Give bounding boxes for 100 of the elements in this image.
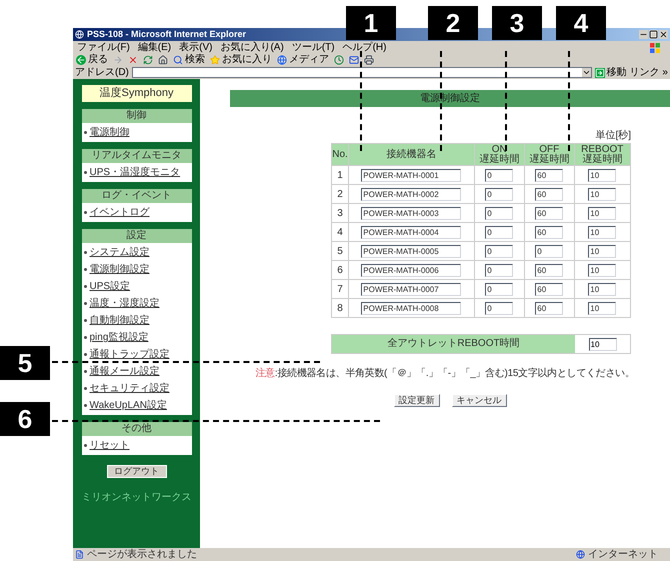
text-field[interactable]: POWER-MATH-0002 xyxy=(361,188,462,200)
table-cell: 5 xyxy=(332,242,348,260)
bullet-icon xyxy=(84,251,86,254)
table-cell: 8 xyxy=(332,298,348,318)
menu-item[interactable]: お気に入り(A) xyxy=(220,42,284,52)
form-button[interactable]: 設定更新 xyxy=(394,394,440,407)
text-field[interactable]: 0 xyxy=(535,244,564,258)
note-text: 注意:接続機器名は、半角英数(「＠」「.」「-」「_」含む)15文字以内としてください。 xyxy=(255,369,635,379)
bullet-icon xyxy=(84,404,86,407)
text-field[interactable]: 0 xyxy=(485,226,514,238)
text-field[interactable]: 0 xyxy=(485,188,514,200)
text-field[interactable]: 60 xyxy=(535,264,564,276)
column-header: REBOOT 遅延時間 xyxy=(574,144,630,166)
menu-link[interactable]: 自動制御設定 xyxy=(90,312,150,329)
media-button[interactable]: メディア xyxy=(277,55,329,65)
globe-icon xyxy=(576,550,585,559)
text-field[interactable]: POWER-MATH-0008 xyxy=(361,302,462,314)
text-field[interactable]: 10 xyxy=(588,244,616,258)
home-icon[interactable] xyxy=(158,55,168,65)
text-field[interactable]: POWER-MATH-0007 xyxy=(361,282,462,296)
logout-button[interactable]: ログアウト xyxy=(106,465,166,478)
menu-link[interactable]: イベントログ xyxy=(90,204,150,221)
text-field[interactable]: POWER-MATH-0005 xyxy=(361,244,462,258)
bullet-icon xyxy=(84,353,86,356)
column-header: No. xyxy=(332,144,348,166)
favorites-button[interactable]: お気に入り xyxy=(210,55,272,65)
menu-item[interactable]: ツール(T) xyxy=(292,42,335,52)
minimize-icon[interactable] xyxy=(639,30,648,39)
search-button[interactable]: 検索 xyxy=(173,55,205,65)
text-field[interactable]: POWER-MATH-0001 xyxy=(361,168,462,182)
text-field[interactable]: 0 xyxy=(485,264,514,276)
text-field[interactable]: 10 xyxy=(588,338,616,350)
menu-link[interactable]: ping監視設定 xyxy=(90,329,148,346)
browser-icon xyxy=(75,30,84,39)
text-field[interactable]: POWER-MATH-0006 xyxy=(361,264,462,276)
menu-link[interactable]: 電源制御 xyxy=(90,124,130,141)
menu-link[interactable]: 通報メール設定 xyxy=(90,363,160,380)
text-field[interactable]: 60 xyxy=(535,282,564,296)
bullet-icon xyxy=(84,387,86,390)
menu-item[interactable]: 編集(E) xyxy=(138,42,172,52)
text-field[interactable]: 10 xyxy=(588,168,616,182)
text-field[interactable]: 0 xyxy=(485,244,514,258)
text-field[interactable]: 60 xyxy=(535,188,564,200)
menu-link[interactable]: リセット xyxy=(90,437,130,454)
table-cell: 1 xyxy=(332,166,348,184)
text-field[interactable]: 60 xyxy=(535,302,564,314)
text-field[interactable]: 60 xyxy=(535,226,564,238)
text-field[interactable]: 0 xyxy=(485,206,514,220)
print-icon[interactable] xyxy=(364,55,374,65)
menu-link[interactable]: UPS・温湿度モニタ xyxy=(90,164,180,181)
menu-link[interactable]: セキュリティ設定 xyxy=(90,380,170,397)
refresh-icon[interactable] xyxy=(143,55,153,65)
menu-link[interactable]: WakeUpLAN設定 xyxy=(90,397,167,414)
bullet-icon xyxy=(84,444,86,447)
column-header: OFF 遅延時間 xyxy=(524,144,574,166)
menu-link[interactable]: 温度・湿度設定 xyxy=(90,295,160,312)
text-field[interactable]: 60 xyxy=(535,206,564,220)
mail-icon[interactable] xyxy=(349,55,359,65)
text-field[interactable]: 10 xyxy=(588,264,616,276)
bullet-icon xyxy=(84,211,86,214)
zone-text: インターネット xyxy=(588,550,659,560)
close-icon[interactable] xyxy=(659,30,668,39)
text-field[interactable]: 10 xyxy=(588,302,616,314)
maximize-icon[interactable] xyxy=(649,30,658,39)
all-reboot-label: 全アウトレットREBOOT時間 xyxy=(332,335,575,353)
window-title: PSS-108 - Microsoft Internet Explorer xyxy=(87,30,246,39)
status-text: ページが表示されました xyxy=(87,550,197,560)
go-button[interactable]: 移動 xyxy=(594,68,627,78)
text-field[interactable]: 0 xyxy=(485,302,514,314)
stop-icon[interactable] xyxy=(128,55,138,65)
bullet-icon xyxy=(84,319,86,322)
bullet-icon xyxy=(84,336,86,339)
menu-item[interactable]: ファイル(F) xyxy=(77,42,130,52)
logo: 温度Symphony xyxy=(82,85,192,102)
text-field[interactable]: 10 xyxy=(588,188,616,200)
menu-item[interactable]: ヘルプ(H) xyxy=(342,42,386,52)
bullet-icon xyxy=(84,131,86,134)
links-label[interactable]: リンク » xyxy=(630,68,668,78)
text-field[interactable]: 60 xyxy=(535,168,564,182)
text-field[interactable]: POWER-MATH-0003 xyxy=(361,206,462,220)
text-field[interactable]: 0 xyxy=(485,282,514,296)
text-field[interactable]: 10 xyxy=(588,282,616,296)
callout-number: 6 xyxy=(0,402,50,436)
menu-link[interactable]: UPS設定 xyxy=(90,278,130,295)
back-icon xyxy=(76,55,86,65)
back-button[interactable]: 戻る xyxy=(76,55,108,65)
form-button[interactable]: キャンセル xyxy=(452,394,506,407)
menu-link[interactable]: 通報トラップ設定 xyxy=(90,346,170,363)
bullet-icon xyxy=(84,285,86,288)
dropdown-icon[interactable] xyxy=(582,68,591,77)
text-field[interactable]: 10 xyxy=(588,206,616,220)
text-field[interactable]: 10 xyxy=(588,226,616,238)
text-field[interactable]: 0 xyxy=(485,168,514,182)
menu-item[interactable]: 表示(V) xyxy=(179,42,212,52)
menu-link[interactable]: 電源制御設定 xyxy=(90,261,150,278)
text-field[interactable]: POWER-MATH-0004 xyxy=(361,226,462,238)
address-field[interactable] xyxy=(132,67,592,78)
history-icon[interactable] xyxy=(334,55,344,65)
section-heading: リアルタイムモニタ xyxy=(82,149,192,163)
menu-link[interactable]: システム設定 xyxy=(90,244,150,261)
